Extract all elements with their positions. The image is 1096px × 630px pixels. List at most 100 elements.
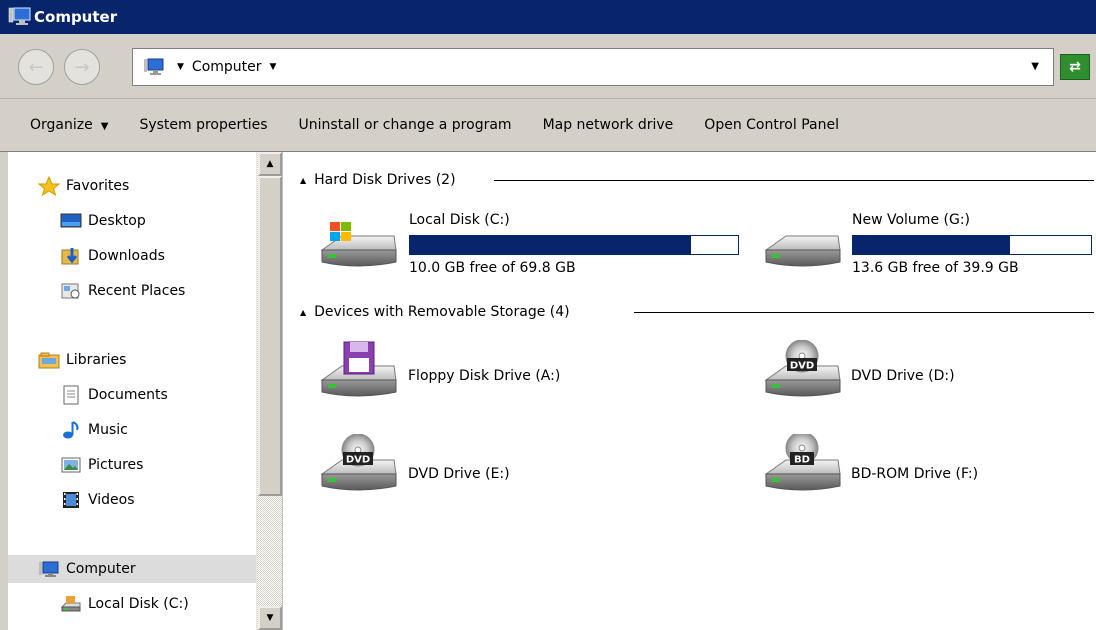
nav-pictures[interactable]: Pictures bbox=[60, 451, 256, 479]
computer-icon bbox=[38, 559, 60, 579]
nav-favorites-label: Favorites bbox=[66, 178, 130, 194]
nav-desktop[interactable]: Desktop bbox=[60, 207, 256, 235]
chevron-down-icon: ▼ bbox=[100, 121, 109, 132]
nav-local-disk-c[interactable]: Local Disk (C:) bbox=[60, 590, 256, 618]
back-arrow-icon: ← bbox=[28, 56, 44, 78]
drive-name: Local Disk (C:) bbox=[409, 212, 510, 228]
forward-button[interactable]: → bbox=[64, 49, 100, 85]
nav-recent-places-label: Recent Places bbox=[88, 283, 186, 299]
collapse-caret-icon: ▲ bbox=[300, 307, 307, 317]
scroll-up-button[interactable]: ▲ bbox=[258, 152, 282, 176]
breadcrumb-computer[interactable]: Computer bbox=[192, 59, 262, 75]
title-bar: Computer bbox=[0, 0, 1096, 34]
group-hard-disks-label: Hard Disk Drives (2) bbox=[314, 172, 456, 188]
breadcrumb-chevron-icon[interactable]: ▼ bbox=[177, 62, 184, 72]
dvd-drive-icon: DVD bbox=[321, 434, 397, 491]
libraries-icon bbox=[38, 350, 60, 370]
drive-bd-rom-f[interactable]: BD BD-ROM Drive (F:) bbox=[760, 434, 1096, 504]
dvd-badge-text: DVD bbox=[790, 361, 814, 372]
nav-music[interactable]: Music bbox=[60, 416, 256, 444]
window-title: Computer bbox=[34, 8, 118, 26]
usage-bar bbox=[852, 235, 1092, 255]
usage-bar-fill bbox=[410, 236, 692, 254]
nav-libraries[interactable]: Libraries bbox=[38, 346, 256, 374]
group-divider bbox=[494, 180, 1094, 181]
group-header-hard-disks[interactable]: ▲ Hard Disk Drives (2) bbox=[300, 170, 1094, 190]
drive-name: Floppy Disk Drive (A:) bbox=[408, 368, 561, 384]
drive-floppy-a[interactable]: Floppy Disk Drive (A:) bbox=[316, 340, 736, 410]
nav-desktop-label: Desktop bbox=[88, 213, 146, 229]
pictures-icon bbox=[60, 455, 82, 475]
hard-drive-icon bbox=[765, 235, 841, 267]
drive-name: BD-ROM Drive (F:) bbox=[851, 466, 979, 482]
address-history-dropdown-icon[interactable]: ▼ bbox=[1031, 61, 1039, 72]
nav-downloads[interactable]: Downloads bbox=[60, 242, 256, 270]
breadcrumb-dropdown-icon[interactable]: ▼ bbox=[270, 62, 277, 72]
command-bar: Organize ▼ System properties Uninstall or… bbox=[0, 98, 1096, 152]
videos-icon bbox=[60, 490, 82, 510]
usage-bar-fill bbox=[853, 236, 1010, 254]
group-divider bbox=[634, 312, 1094, 313]
local-disk-icon bbox=[60, 594, 82, 614]
drive-name: DVD Drive (D:) bbox=[851, 368, 955, 384]
star-icon bbox=[38, 176, 60, 196]
nav-scrollbar[interactable]: ▲ ▼ bbox=[256, 152, 282, 630]
address-bar[interactable]: ▼ Computer ▼ ▼ bbox=[132, 48, 1054, 86]
drive-free-space: 10.0 GB free of 69.8 GB bbox=[409, 260, 576, 276]
collapse-caret-icon: ▲ bbox=[300, 175, 307, 185]
nav-videos[interactable]: Videos bbox=[60, 486, 256, 514]
system-properties-button[interactable]: System properties bbox=[139, 117, 267, 133]
nav-favorites[interactable]: Favorites bbox=[38, 172, 256, 200]
navigation-pane: Favorites Desktop Downloads Recent Place… bbox=[0, 152, 256, 630]
nav-music-label: Music bbox=[88, 422, 128, 438]
refresh-button[interactable]: ⇄ bbox=[1060, 54, 1090, 80]
documents-icon bbox=[60, 385, 82, 405]
music-icon bbox=[60, 420, 82, 440]
drive-new-volume-g[interactable]: New Volume (G:) 13.6 GB free of 39.9 GB bbox=[760, 210, 1096, 280]
nav-pictures-label: Pictures bbox=[88, 457, 144, 473]
organize-button[interactable]: Organize ▼ bbox=[30, 117, 108, 133]
downloads-icon bbox=[60, 246, 82, 266]
scroll-up-arrow-icon: ▲ bbox=[266, 159, 274, 169]
nav-libraries-label: Libraries bbox=[66, 352, 127, 368]
drive-dvd-d[interactable]: DVD DVD Drive (D:) bbox=[760, 340, 1096, 410]
drive-dvd-e[interactable]: DVD DVD Drive (E:) bbox=[316, 434, 736, 504]
drive-name: DVD Drive (E:) bbox=[408, 466, 510, 482]
map-network-drive-button[interactable]: Map network drive bbox=[543, 117, 674, 133]
computer-icon bbox=[144, 58, 164, 75]
nav-downloads-label: Downloads bbox=[88, 248, 165, 264]
open-control-panel-button[interactable]: Open Control Panel bbox=[704, 117, 839, 133]
organize-label: Organize bbox=[30, 117, 93, 133]
bd-badge-text: BD bbox=[794, 455, 810, 466]
recent-places-icon bbox=[60, 281, 82, 301]
refresh-icon: ⇄ bbox=[1069, 59, 1081, 75]
group-header-removable[interactable]: ▲ Devices with Removable Storage (4) bbox=[300, 302, 1094, 322]
nav-computer-label: Computer bbox=[66, 561, 136, 577]
forward-arrow-icon: → bbox=[74, 56, 90, 78]
nav-documents-label: Documents bbox=[88, 387, 168, 403]
group-removable-label: Devices with Removable Storage (4) bbox=[314, 304, 570, 320]
dvd-badge-text: DVD bbox=[346, 455, 370, 466]
floppy-drive-icon bbox=[321, 341, 397, 397]
hard-drive-windows-icon bbox=[321, 222, 397, 267]
drive-free-space: 13.6 GB free of 39.9 GB bbox=[852, 260, 1019, 276]
address-row: ← → ▼ Computer ▼ ▼ ⇄ bbox=[0, 34, 1096, 98]
nav-recent-places[interactable]: Recent Places bbox=[60, 277, 256, 305]
nav-local-disk-c-label: Local Disk (C:) bbox=[88, 596, 189, 612]
content-pane: ▲ Hard Disk Drives (2) Local Disk (C:) 1… bbox=[288, 152, 1096, 630]
dvd-drive-icon: DVD bbox=[765, 340, 841, 397]
bd-rom-drive-icon: BD bbox=[765, 434, 841, 491]
drive-local-disk-c[interactable]: Local Disk (C:) 10.0 GB free of 69.8 GB bbox=[316, 210, 756, 280]
nav-documents[interactable]: Documents bbox=[60, 381, 256, 409]
nav-videos-label: Videos bbox=[88, 492, 135, 508]
computer-icon bbox=[8, 7, 31, 25]
scroll-down-arrow-icon: ▼ bbox=[266, 613, 274, 623]
scroll-thumb[interactable] bbox=[258, 176, 282, 496]
back-button[interactable]: ← bbox=[18, 49, 54, 85]
uninstall-program-button[interactable]: Uninstall or change a program bbox=[299, 117, 512, 133]
scroll-down-button[interactable]: ▼ bbox=[258, 606, 282, 630]
usage-bar bbox=[409, 235, 739, 255]
nav-computer[interactable]: Computer bbox=[8, 555, 256, 583]
desktop-icon bbox=[60, 211, 82, 231]
drive-name: New Volume (G:) bbox=[852, 212, 970, 228]
